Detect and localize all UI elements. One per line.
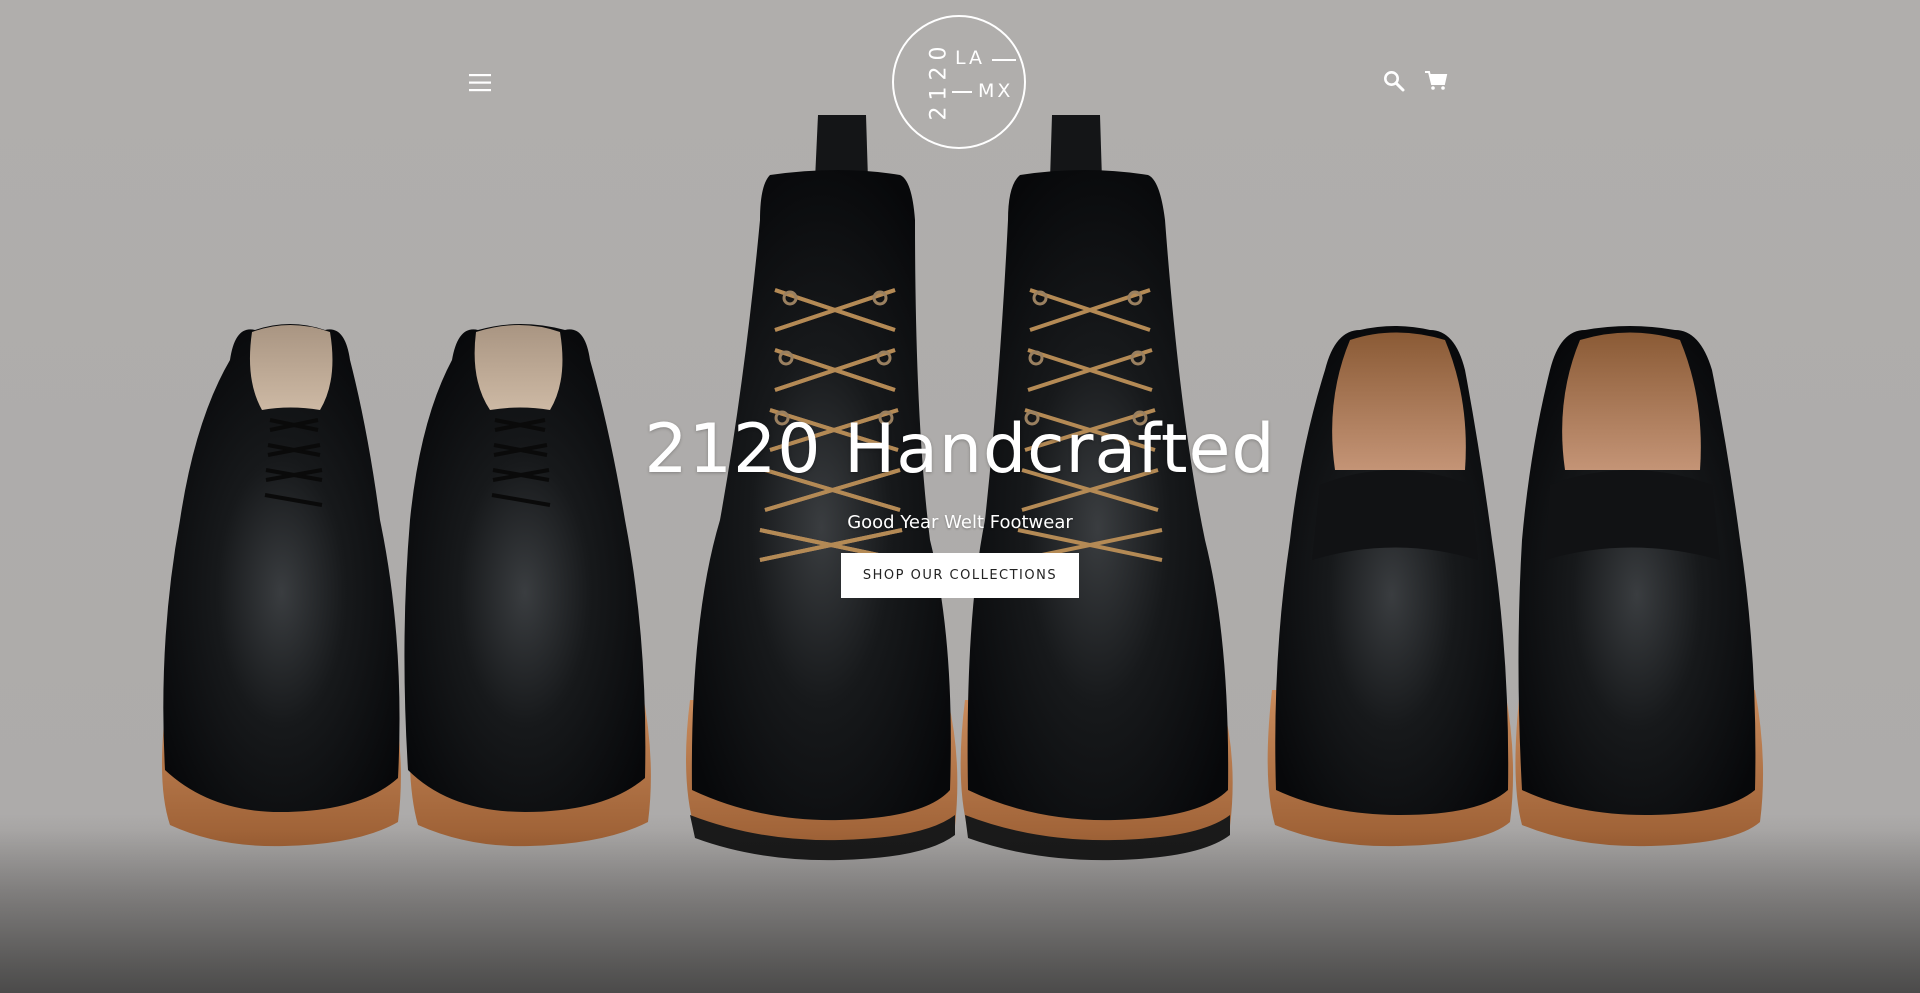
derby-shoe-left — [161, 324, 401, 847]
site-header: 2120 LA MX — [0, 0, 1920, 160]
cart-icon[interactable] — [1424, 70, 1448, 92]
derby-shoe-right — [404, 324, 651, 847]
shop-collections-button[interactable]: SHOP OUR COLLECTIONS — [841, 553, 1079, 598]
logo-dash — [952, 91, 972, 93]
brand-logo[interactable]: 2120 LA MX — [892, 15, 1026, 149]
hero-title: 2120 Handcrafted — [644, 410, 1276, 489]
logo-la-text: LA — [955, 47, 986, 69]
logo-dash — [992, 59, 1016, 61]
logo-mx-text: MX — [978, 80, 1014, 102]
search-icon[interactable] — [1383, 70, 1405, 92]
hamburger-icon[interactable] — [469, 74, 491, 92]
hero-subtitle: Good Year Welt Footwear — [847, 512, 1073, 533]
loafer-left — [1267, 326, 1514, 847]
floor-shadow — [0, 830, 1920, 993]
logo-vertical-text: 2120 — [926, 40, 952, 121]
loafer-right — [1515, 326, 1764, 847]
